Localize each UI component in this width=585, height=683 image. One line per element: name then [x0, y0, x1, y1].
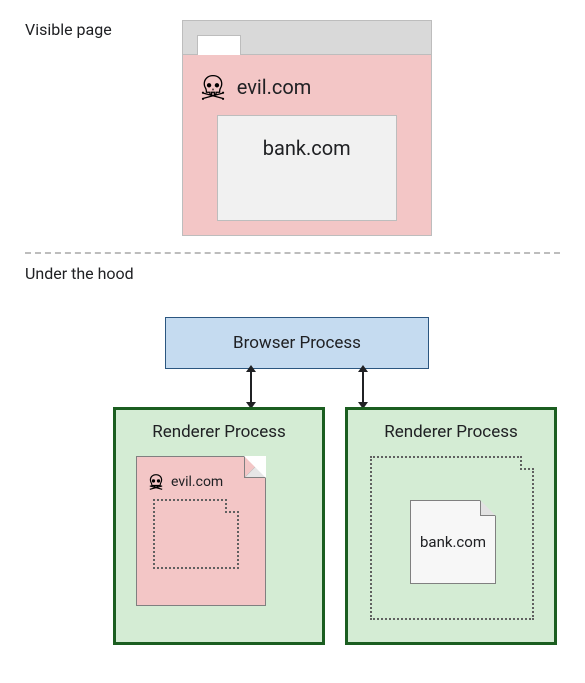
page-fold-icon	[480, 500, 496, 516]
top-section: Visible page evil.com bank.com	[25, 20, 560, 236]
section-divider	[25, 252, 560, 254]
renderer-title: Renderer Process	[126, 422, 312, 442]
evil-doc-label: evil.com	[171, 474, 223, 490]
renderer-process-bank: Renderer Process bank.com	[345, 407, 557, 645]
bank-document-icon: bank.com	[410, 500, 496, 584]
skull-icon	[147, 473, 165, 491]
renderer-title: Renderer Process	[358, 422, 544, 442]
evil-document-icon: evil.com	[136, 456, 266, 606]
evil-domain-label: evil.com	[237, 75, 312, 99]
page-fold-icon	[244, 456, 266, 478]
arrow-right	[362, 371, 364, 403]
renderer-process-evil: Renderer Process evil.com	[113, 407, 325, 645]
evil-page-header: evil.com	[199, 73, 417, 101]
under-the-hood-label: Under the hood	[25, 264, 560, 283]
iframe-domain-label: bank.com	[263, 136, 351, 160]
arrow-left	[250, 371, 252, 403]
embedded-iframe: bank.com	[217, 115, 397, 221]
under-the-hood-diagram: Browser Process Renderer Process evil.co…	[25, 287, 560, 647]
browser-page: evil.com bank.com	[183, 55, 431, 235]
browser-tab-bar	[183, 21, 431, 55]
browser-window: evil.com bank.com	[182, 20, 432, 236]
browser-tab	[197, 35, 241, 55]
page-fold-icon	[520, 456, 534, 470]
browser-process-label: Browser Process	[233, 333, 361, 353]
page-fold-icon	[225, 499, 239, 513]
bank-doc-label: bank.com	[420, 533, 486, 551]
browser-process-box: Browser Process	[165, 317, 429, 369]
visible-page-label: Visible page	[25, 20, 112, 39]
iframe-placeholder	[153, 499, 239, 569]
skull-icon	[199, 73, 227, 101]
